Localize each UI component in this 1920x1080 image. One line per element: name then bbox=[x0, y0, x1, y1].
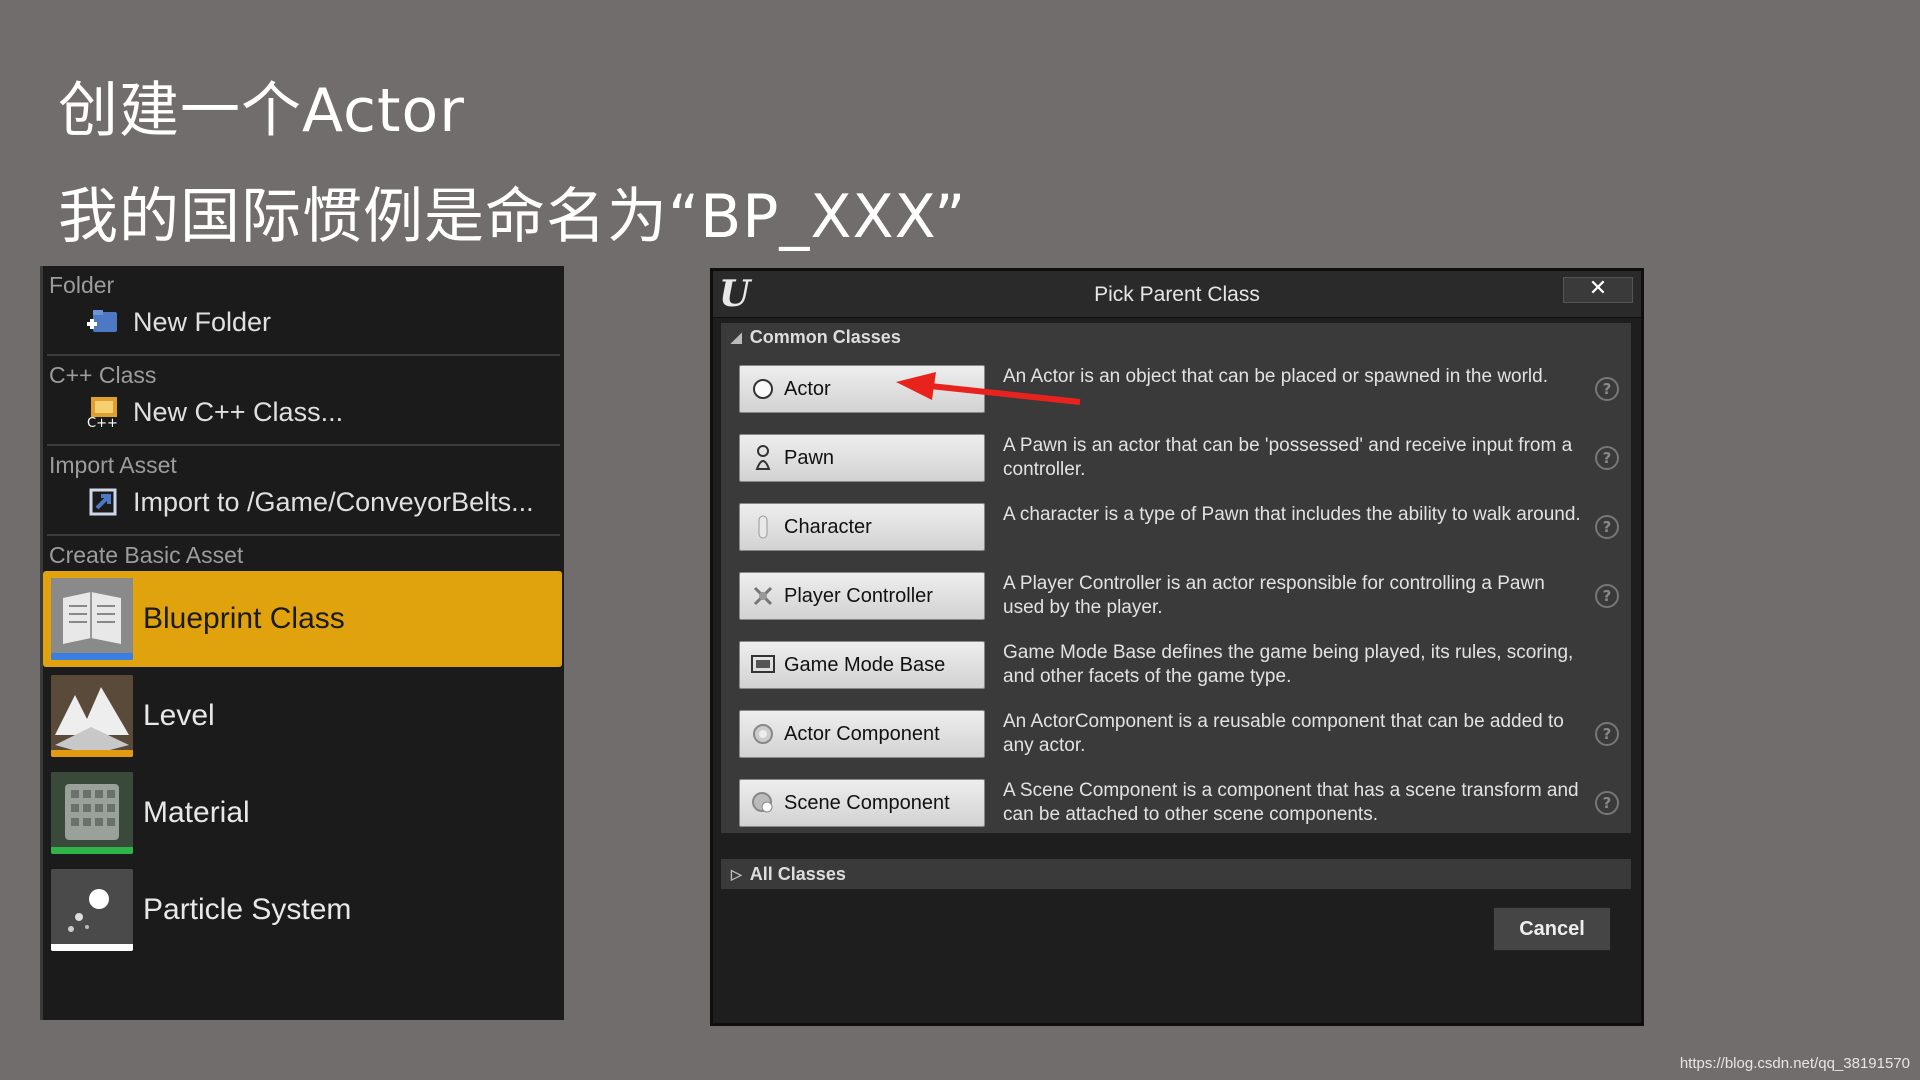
watermark: https://blog.csdn.net/qq_38191570 bbox=[1679, 1055, 1910, 1072]
class-button-label: Pawn bbox=[784, 446, 835, 469]
class-button-label: Actor Component bbox=[784, 722, 940, 745]
all-classes-section[interactable]: ▷ All Classes bbox=[721, 859, 1631, 889]
import-icon bbox=[85, 484, 121, 520]
menu-section-import: Import Asset Import to /Game/ConveyorBel… bbox=[43, 446, 564, 536]
class-description: A character is a type of Pawn that inclu… bbox=[1003, 504, 1581, 525]
pawn-class-button[interactable]: Pawn bbox=[739, 434, 985, 482]
class-row-pawn: Pawn A Pawn is an actor that can be 'pos… bbox=[739, 434, 1619, 484]
annotation-arrow-icon bbox=[896, 372, 1081, 405]
actor-icon bbox=[750, 376, 776, 402]
class-row-actor: Actor An Actor is an object that can be … bbox=[739, 365, 1619, 415]
menu-item-label: New Folder bbox=[133, 306, 272, 337]
class-row-character: Character A character is a type of Pawn … bbox=[739, 503, 1619, 553]
player-controller-icon bbox=[750, 583, 776, 609]
actor-component-class-button[interactable]: Actor Component bbox=[739, 710, 985, 758]
help-icon[interactable]: ? bbox=[1595, 446, 1619, 470]
new-cpp-class-menu-item[interactable]: C++ New C++ Class... bbox=[43, 390, 564, 434]
expand-triangle-icon: ▷ bbox=[731, 865, 742, 882]
game-mode-base-class-button[interactable]: Game Mode Base bbox=[739, 641, 985, 689]
pick-parent-class-dialog: U Pick Parent Class ✕ ◢ Common Classes A… bbox=[710, 268, 1644, 1026]
import-menu-item[interactable]: Import to /Game/ConveyorBelts... bbox=[43, 480, 564, 524]
class-row-actor-component: Actor Component An ActorComponent is a r… bbox=[739, 710, 1619, 760]
menu-header-import: Import Asset bbox=[49, 452, 177, 478]
common-classes-header[interactable]: ◢ Common Classes bbox=[721, 323, 1631, 351]
character-icon bbox=[750, 514, 776, 540]
menu-header-basic-asset: Create Basic Asset bbox=[49, 542, 244, 568]
material-icon bbox=[51, 772, 133, 854]
cancel-button[interactable]: Cancel bbox=[1493, 907, 1611, 951]
menu-header-folder: Folder bbox=[49, 272, 115, 298]
help-icon[interactable]: ? bbox=[1595, 515, 1619, 539]
class-description: Game Mode Base defines the game being pl… bbox=[1003, 642, 1574, 687]
menu-section-cpp: C++ Class C++ New C++ Class... bbox=[43, 356, 564, 446]
all-classes-header[interactable]: ▷ All Classes bbox=[721, 859, 1631, 889]
new-folder-menu-item[interactable]: New Folder bbox=[43, 300, 564, 344]
game-mode-icon bbox=[750, 652, 776, 678]
class-button-label: Character bbox=[784, 515, 872, 538]
asset-label: Particle System bbox=[143, 893, 352, 926]
content-browser-context-menu: Folder New Folder C++ Class C++ New C++ … bbox=[40, 266, 564, 1020]
help-icon[interactable]: ? bbox=[1595, 722, 1619, 746]
asset-label: Level bbox=[143, 699, 215, 732]
asset-label: Material bbox=[143, 796, 250, 829]
class-row-scene-component: Scene Component A Scene Component is a c… bbox=[739, 779, 1619, 829]
menu-item-label: Import to /Game/ConveyorBelts... bbox=[133, 486, 534, 517]
asset-type-bar bbox=[51, 653, 133, 660]
pawn-icon bbox=[750, 445, 776, 471]
asset-type-bar bbox=[51, 847, 133, 854]
blueprint-class-icon bbox=[51, 578, 133, 660]
help-icon[interactable]: ? bbox=[1595, 584, 1619, 608]
material-menu-item[interactable]: Material bbox=[43, 765, 564, 861]
asset-type-bar bbox=[51, 750, 133, 757]
blueprint-class-menu-item[interactable]: Blueprint Class bbox=[43, 571, 562, 667]
help-icon[interactable]: ? bbox=[1595, 377, 1619, 401]
level-icon bbox=[51, 675, 133, 757]
slide-subtitle: 我的国际惯例是命名为“BP_XXX” bbox=[58, 182, 967, 252]
dialog-titlebar: U Pick Parent Class ✕ bbox=[713, 271, 1641, 318]
class-description: A Player Controller is an actor responsi… bbox=[1003, 573, 1545, 618]
class-button-label: Player Controller bbox=[784, 584, 933, 607]
scene-component-icon bbox=[750, 790, 776, 816]
class-description: An Actor is an object that can be placed… bbox=[1003, 366, 1548, 387]
menu-item-label: New C++ Class... bbox=[133, 396, 344, 427]
particle-system-menu-item[interactable]: Particle System bbox=[43, 862, 564, 958]
collapse-triangle-icon: ◢ bbox=[731, 328, 742, 345]
help-icon[interactable]: ? bbox=[1595, 791, 1619, 815]
common-classes-section: ◢ Common Classes Actor An Actor is an ob… bbox=[721, 323, 1631, 833]
class-button-label: Actor bbox=[784, 377, 831, 400]
slide-title: 创建一个Actor bbox=[58, 76, 465, 146]
section-header-label: All Classes bbox=[749, 863, 846, 884]
class-description: A Pawn is an actor that can be 'possesse… bbox=[1003, 435, 1573, 480]
close-button[interactable]: ✕ bbox=[1563, 277, 1633, 303]
level-menu-item[interactable]: Level bbox=[43, 668, 564, 764]
actor-component-icon bbox=[750, 721, 776, 747]
section-header-label: Common Classes bbox=[749, 326, 901, 347]
svg-text:C++: C++ bbox=[87, 416, 118, 429]
dialog-title: Pick Parent Class bbox=[1094, 283, 1260, 306]
class-description: An ActorComponent is a reusable componen… bbox=[1003, 711, 1564, 756]
class-description: A Scene Component is a component that ha… bbox=[1003, 780, 1579, 825]
class-button-label: Scene Component bbox=[784, 791, 950, 814]
asset-type-bar bbox=[51, 944, 133, 951]
menu-section-folder: Folder New Folder bbox=[43, 266, 564, 356]
menu-header-cpp: C++ Class bbox=[49, 362, 157, 388]
cpp-class-icon: C++ bbox=[85, 394, 121, 430]
class-row-game-mode-base: Game Mode Base Game Mode Base defines th… bbox=[739, 641, 1619, 691]
particle-system-icon bbox=[51, 869, 133, 951]
class-row-player-controller: Player Controller A Player Controller is… bbox=[739, 572, 1619, 622]
class-button-label: Game Mode Base bbox=[784, 653, 946, 676]
character-class-button[interactable]: Character bbox=[739, 503, 985, 551]
new-folder-icon bbox=[85, 304, 121, 340]
asset-label: Blueprint Class bbox=[143, 602, 345, 635]
scene-component-class-button[interactable]: Scene Component bbox=[739, 779, 985, 827]
player-controller-class-button[interactable]: Player Controller bbox=[739, 572, 985, 620]
